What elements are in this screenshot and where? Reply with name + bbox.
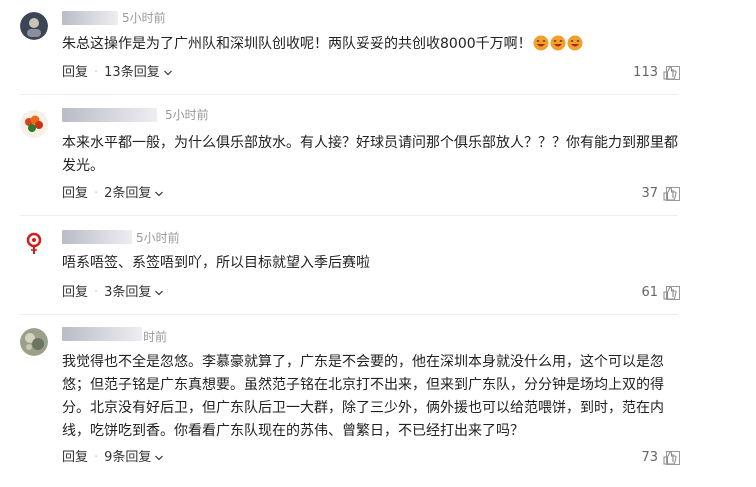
reply-button[interactable]: 回复 bbox=[62, 65, 88, 81]
avatar[interactable] bbox=[20, 328, 48, 356]
like-count: 73 bbox=[641, 450, 658, 465]
username[interactable] bbox=[62, 230, 132, 244]
comment-time: 5小时前 bbox=[165, 108, 209, 122]
chevron-down-icon bbox=[163, 68, 173, 78]
comment-text-body: 我觉得也不全是忽悠。李慕豪就算了，广东是不会要的，他在深圳本身就没什么用，这个可… bbox=[62, 354, 664, 439]
replies-count-label: 2条回复 bbox=[104, 186, 152, 201]
comment-text: 我觉得也不全是忽悠。李慕豪就算了，广东是不会要的，他在深圳本身就没什么用，这个可… bbox=[62, 351, 682, 443]
avatar[interactable] bbox=[20, 110, 48, 138]
like-count: 37 bbox=[641, 186, 658, 201]
comment-actions: 回复 · 3条回复 bbox=[62, 285, 164, 301]
chevron-down-icon bbox=[154, 288, 164, 298]
divider bbox=[20, 215, 678, 216]
laughing-emoji bbox=[533, 35, 549, 51]
replies-count-label: 9条回复 bbox=[104, 450, 152, 465]
comment-text-body: 朱总这操作是为了广州队和深圳队创收呢！两队妥妥的共创收8000千万啊！ bbox=[62, 36, 532, 52]
comment-item: 5小时前 朱总这操作是为了广州队和深圳队创收呢！两队妥妥的共创收8000千万啊！… bbox=[0, 0, 756, 100]
replies-count-label: 13条回复 bbox=[104, 65, 160, 80]
report-icon[interactable] bbox=[666, 451, 680, 465]
comment-time: 5小时前 bbox=[136, 231, 180, 245]
divider bbox=[20, 314, 678, 315]
like-count: 61 bbox=[641, 285, 658, 300]
comment-actions: 回复 · 2条回复 bbox=[62, 186, 164, 202]
view-replies-button[interactable]: 2条回复 bbox=[104, 186, 164, 202]
reply-button[interactable]: 回复 bbox=[62, 186, 88, 202]
comment-actions: 回复 · 9条回复 bbox=[62, 450, 164, 466]
separator: · bbox=[94, 285, 99, 300]
report-icon[interactable] bbox=[666, 286, 680, 300]
chevron-down-icon bbox=[154, 453, 164, 463]
comment-text: 本来水平都一般，为什么俱乐部放水。有人接？好球员请问那个俱乐部放人？？？你有能力… bbox=[62, 132, 682, 178]
comment-text: 唔系唔签、系签唔到吖，所以目标就望入季后赛啦 bbox=[62, 252, 682, 275]
replies-count-label: 3条回复 bbox=[104, 285, 152, 300]
laughing-emoji bbox=[550, 35, 566, 51]
chevron-down-icon bbox=[154, 189, 164, 199]
avatar[interactable] bbox=[20, 228, 48, 256]
comment-item: 5小时前 本来水平都一般，为什么俱乐部放水。有人接？好球员请问那个俱乐部放人？？… bbox=[0, 100, 756, 216]
divider bbox=[20, 94, 678, 95]
view-replies-button[interactable]: 13条回复 bbox=[104, 65, 173, 81]
username[interactable] bbox=[62, 108, 157, 122]
comment-text-body: 本来水平都一般，为什么俱乐部放水。有人接？好球员请问那个俱乐部放人？？？你有能力… bbox=[62, 135, 678, 174]
like-count: 113 bbox=[633, 65, 658, 80]
username[interactable] bbox=[62, 327, 142, 341]
report-icon[interactable] bbox=[666, 187, 680, 201]
separator: · bbox=[94, 186, 99, 201]
reply-button[interactable]: 回复 bbox=[62, 450, 88, 466]
separator: · bbox=[94, 450, 99, 465]
comment-text-body: 唔系唔签、系签唔到吖，所以目标就望入季后赛啦 bbox=[62, 255, 370, 271]
comment-text: 朱总这操作是为了广州队和深圳队创收呢！两队妥妥的共创收8000千万啊！ bbox=[62, 33, 682, 56]
reply-button[interactable]: 回复 bbox=[62, 285, 88, 301]
report-icon[interactable] bbox=[666, 66, 680, 80]
comment-item: 5小时前 唔系唔签、系签唔到吖，所以目标就望入季后赛啦 回复 · 3条回复 61 bbox=[0, 218, 756, 318]
separator: · bbox=[94, 65, 99, 80]
avatar[interactable] bbox=[20, 12, 48, 40]
comment-time: 5小时前 bbox=[122, 11, 166, 25]
comment-item: 时前 我觉得也不全是忽悠。李慕豪就算了，广东是不会要的，他在深圳本身就没什么用，… bbox=[0, 318, 756, 487]
view-replies-button[interactable]: 3条回复 bbox=[104, 285, 164, 301]
laughing-emoji bbox=[567, 35, 583, 51]
comment-actions: 回复 · 13条回复 bbox=[62, 65, 173, 81]
username[interactable] bbox=[62, 11, 118, 25]
view-replies-button[interactable]: 9条回复 bbox=[104, 450, 164, 466]
comment-time: 时前 bbox=[143, 330, 168, 344]
